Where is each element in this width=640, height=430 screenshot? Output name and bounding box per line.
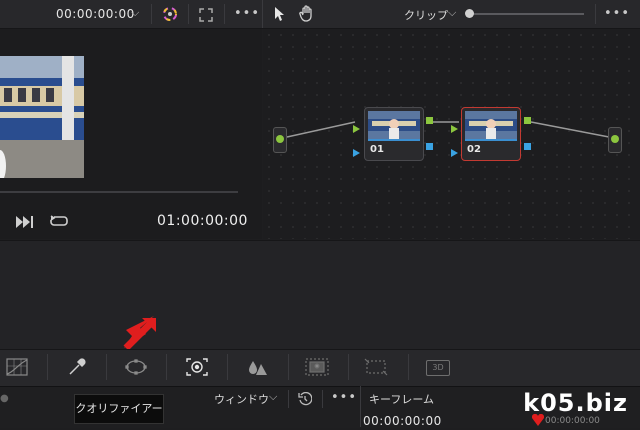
divider	[188, 4, 189, 24]
node-02-rgb-output[interactable]	[524, 117, 531, 124]
empty-panel	[0, 240, 640, 349]
red-arrow-annotation	[120, 314, 158, 351]
panel-handle-icon: ●	[0, 393, 9, 404]
node-01-key-bar	[368, 139, 420, 141]
node-02-key-input[interactable]	[451, 142, 458, 157]
node-02-key-bar	[465, 139, 517, 141]
keyframes-title: キーフレーム	[369, 393, 435, 406]
tracker-icon[interactable]	[186, 358, 208, 376]
keyframe-timecode: 00:00:00:00	[363, 414, 442, 428]
node-02-label: 02	[467, 144, 481, 155]
viewer-options-button[interactable]: •••	[234, 6, 260, 21]
node-01-thumbnail	[368, 111, 420, 139]
sizing-icon[interactable]	[364, 358, 388, 376]
node-01-key-output[interactable]	[426, 143, 433, 150]
eyedropper-icon[interactable]	[66, 358, 88, 376]
blur-icon[interactable]	[246, 358, 268, 376]
watermark: k05.biz	[523, 389, 628, 417]
divider	[166, 354, 167, 380]
skip-to-end-icon[interactable]	[16, 214, 36, 228]
divider	[288, 390, 289, 408]
output-connector[interactable]	[611, 135, 619, 143]
clip-mode-chevron-icon[interactable]: ⌵	[448, 6, 456, 20]
divider	[322, 390, 323, 408]
timecode-dropdown-chevron-icon[interactable]: ⌵	[131, 6, 139, 20]
viewer-timecode: 01:00:00:00	[157, 213, 248, 229]
divider	[47, 354, 48, 380]
zoom-slider-track[interactable]	[466, 13, 584, 15]
divider	[595, 4, 596, 24]
fullscreen-icon[interactable]	[199, 7, 213, 22]
clip-mode-dropdown[interactable]: クリップ	[404, 7, 448, 23]
node-01-key-input[interactable]	[353, 142, 360, 157]
zoom-slider-handle[interactable]	[465, 9, 474, 18]
viewer-timecode-top: 00:00:00:00	[56, 7, 135, 21]
window-dropdown[interactable]: ウィンドウ	[214, 391, 269, 407]
input-connector[interactable]	[276, 135, 284, 143]
color-wheel-icon[interactable]	[162, 6, 178, 22]
window-dropdown-chevron-icon[interactable]: ⌵	[269, 390, 277, 404]
divider	[360, 386, 361, 427]
hand-tool-icon[interactable]	[299, 5, 315, 22]
node-connections	[286, 121, 610, 138]
node-graph-options-button[interactable]: •••	[604, 6, 630, 21]
divider	[408, 354, 409, 380]
reset-icon[interactable]	[298, 391, 313, 406]
keyframe-ruler-timecode: 00:00:00:00	[545, 416, 600, 426]
viewer-image	[0, 56, 84, 178]
pointer-tool-icon[interactable]	[274, 6, 286, 22]
divider	[288, 354, 289, 380]
divider	[106, 354, 107, 380]
node-01[interactable]: 01	[364, 107, 424, 161]
node-02-rgb-input[interactable]	[451, 118, 458, 133]
input-node[interactable]	[273, 127, 287, 153]
divider	[227, 354, 228, 380]
node-02-key-output[interactable]	[524, 143, 531, 150]
divider	[262, 0, 263, 28]
node-01-rgb-output[interactable]	[426, 117, 433, 124]
node-01-rgb-input[interactable]	[353, 118, 360, 133]
node-01-label: 01	[370, 144, 384, 155]
qualifier-tooltip: クオリファイアー	[74, 394, 164, 424]
loop-icon[interactable]	[48, 213, 70, 229]
3d-button[interactable]: 3D	[426, 360, 450, 376]
viewer-scrub-bar[interactable]	[0, 191, 238, 193]
key-icon[interactable]	[305, 358, 329, 376]
qualifier-window-icon[interactable]	[125, 358, 147, 376]
curves-icon[interactable]	[6, 358, 28, 376]
node-02-thumbnail	[465, 111, 517, 139]
node-02[interactable]: 02	[461, 107, 521, 161]
window-options-button[interactable]: •••	[331, 390, 357, 405]
divider	[224, 4, 225, 24]
divider	[348, 354, 349, 380]
divider	[151, 4, 152, 24]
output-node[interactable]	[608, 127, 622, 153]
